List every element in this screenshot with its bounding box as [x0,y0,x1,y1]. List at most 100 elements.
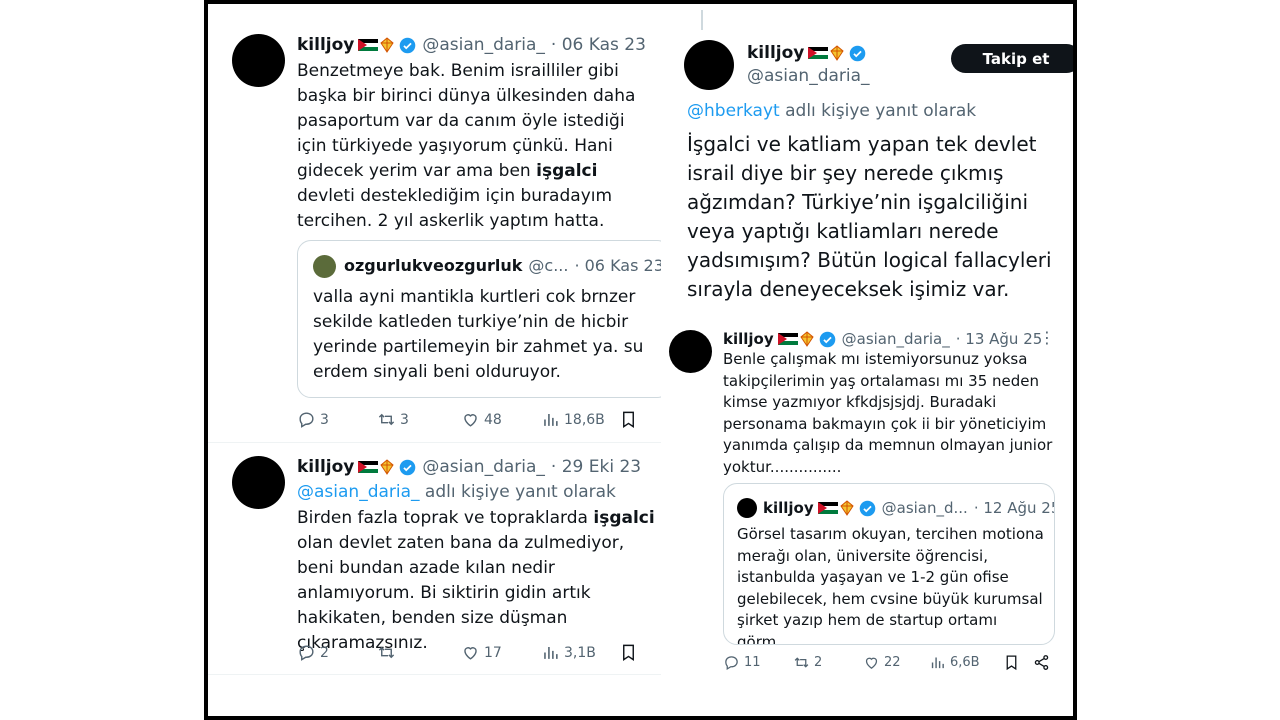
tweet-3[interactable]: killjoy @asian_daria_ Takip et @hberkayt… [665,4,1073,310]
like-icon [865,657,878,669]
tweet-text: İşgalci ve katliam yapan tek devlet isra… [687,132,1052,301]
timestamp[interactable]: · 13 Ağu 25 [956,328,1043,350]
display-name[interactable]: killjoy [723,328,774,350]
text-bold: işgalci [593,508,655,528]
verified-icon [819,331,835,347]
retweet-icon [378,646,395,659]
handle[interactable]: @asian_daria_ [842,328,950,350]
reply-icon [299,412,314,428]
retweet-button[interactable] [377,643,400,662]
tweet-4[interactable]: killjoy @asian_daria_ · 13 Ağu 25 ⋮ Benl… [661,316,1073,676]
tweet-actions: 3 3 48 18,6B [297,410,657,432]
bookmark-button[interactable] [619,643,638,662]
quote-header: killjoy @asian_d... · 12 Ağu 25 [763,497,1055,519]
reply-to-label: adlı kişiye yanıt olarak [779,101,977,121]
display-name[interactable]: killjoy [747,42,804,64]
reply-context: @hberkayt adlı kişiye yanıt olarak [687,100,976,122]
divider [208,442,661,443]
kite-icon [839,500,854,516]
reply-to-link[interactable]: @asian_daria_ [297,481,420,503]
tweet-text: Benzetmeye bak. Benim israilliler gibi b… [297,59,657,234]
display-name[interactable]: killjoy [297,456,354,478]
quote-display-name: ozgurlukveozgurluk [344,256,523,275]
verified-icon [400,37,416,53]
timestamp[interactable]: · 29 Eki 23 [551,456,641,478]
reply-button[interactable]: 2 [297,643,329,662]
retweet-button[interactable]: 2 [793,654,822,671]
timestamp[interactable]: · 06 Kas 23 [551,34,646,56]
quoted-tweet[interactable]: killjoy @asian_d... · 12 Ağu 25 Görsel t… [723,483,1055,645]
retweet-icon [794,657,809,668]
quote-header: ozgurlukveozgurluk @c... · 06 Kas 23 [344,255,661,277]
divider [208,674,661,675]
kite-icon [799,331,814,347]
views-icon [544,646,558,659]
tweet-header: killjoy @asian_daria_ · 29 Eki 23 [297,456,641,478]
kite-icon [380,37,395,53]
reply-count: 2 [320,644,329,661]
avatar[interactable] [232,456,285,509]
handle[interactable]: @asian_daria_ [422,456,545,478]
views-icon [544,413,558,426]
like-icon [464,647,477,660]
avatar[interactable] [232,34,285,87]
bookmark-button[interactable] [1003,654,1020,671]
like-count: 22 [884,655,901,670]
kite-icon [830,45,845,61]
palestine-flag-icon [817,501,838,515]
quote-text: Görsel tasarım okuyan, tercihen motiona … [737,525,1044,645]
avatar[interactable] [684,40,734,90]
palestine-flag-icon [777,332,798,346]
retweet-button[interactable]: 3 [377,410,409,429]
like-button[interactable]: 48 [461,410,502,429]
tweet-text: Birden fazla toprak ve topraklarda işgal… [297,506,657,656]
share-icon [1034,655,1049,670]
reply-to-label: adlı kişiye yanıt olarak [419,482,616,502]
text-bold: işgalci [536,161,598,181]
reply-button[interactable]: 11 [723,654,761,671]
retweet-count: 3 [400,411,409,428]
tweet-header: killjoy @asian_daria_ · 06 Kas 23 [297,34,646,56]
quote-handle: @c... [528,256,569,275]
quote-text: valla ayni mantikla kurtleri cok brnzer … [313,287,644,382]
bookmark-button[interactable] [619,410,638,429]
tweet-actions: 11 2 22 6,6B [723,654,1063,674]
share-button[interactable] [1033,654,1050,671]
palestine-flag-icon [358,38,379,52]
like-count: 48 [484,411,502,428]
reply-icon [725,656,738,671]
views-button[interactable]: 6,6B [929,654,980,671]
text-part: devleti desteklediğim için buradayım ter… [297,186,613,231]
like-icon [464,414,477,427]
views-button[interactable]: 3,1B [541,643,596,662]
quote-timestamp: · 06 Kas 23 [574,256,661,275]
avatar[interactable] [669,330,712,373]
tweet-text: Benle çalışmak mı istemiyorsunuz yoksa t… [723,350,1053,476]
like-button[interactable]: 22 [863,654,901,671]
quoted-tweet[interactable]: ozgurlukveozgurluk @c... · 06 Kas 23 val… [297,240,661,398]
handle[interactable]: @asian_daria_ [747,65,870,87]
reply-count: 11 [744,655,761,670]
tweet-1[interactable]: killjoy @asian_daria_ · 06 Kas 23 Benzet… [208,4,661,442]
bookmark-icon [1006,655,1017,671]
display-name[interactable]: killjoy [297,34,354,56]
more-icon[interactable]: ⋮ [1039,328,1056,347]
verified-icon [400,459,416,475]
bookmark-icon [623,644,634,661]
verified-icon [850,45,866,61]
quote-timestamp: · 12 Ağu 25 [973,499,1055,517]
retweet-count: 2 [814,655,823,670]
handle-row: @asian_daria_ [747,65,870,87]
tweet-2[interactable]: killjoy @asian_daria_ · 29 Eki 23 @asian… [208,444,661,676]
reply-button[interactable]: 3 [297,410,329,429]
quote-avatar [313,255,336,278]
like-button[interactable]: 17 [461,643,502,662]
follow-button[interactable]: Takip et [951,44,1073,73]
like-count: 17 [484,644,502,661]
reply-to-link[interactable]: @hberkayt [687,100,780,122]
views-button[interactable]: 18,6B [541,410,605,429]
kite-icon [380,459,395,475]
handle[interactable]: @asian_daria_ [422,34,545,56]
palestine-flag-icon [358,460,379,474]
views-count: 3,1B [564,644,596,661]
